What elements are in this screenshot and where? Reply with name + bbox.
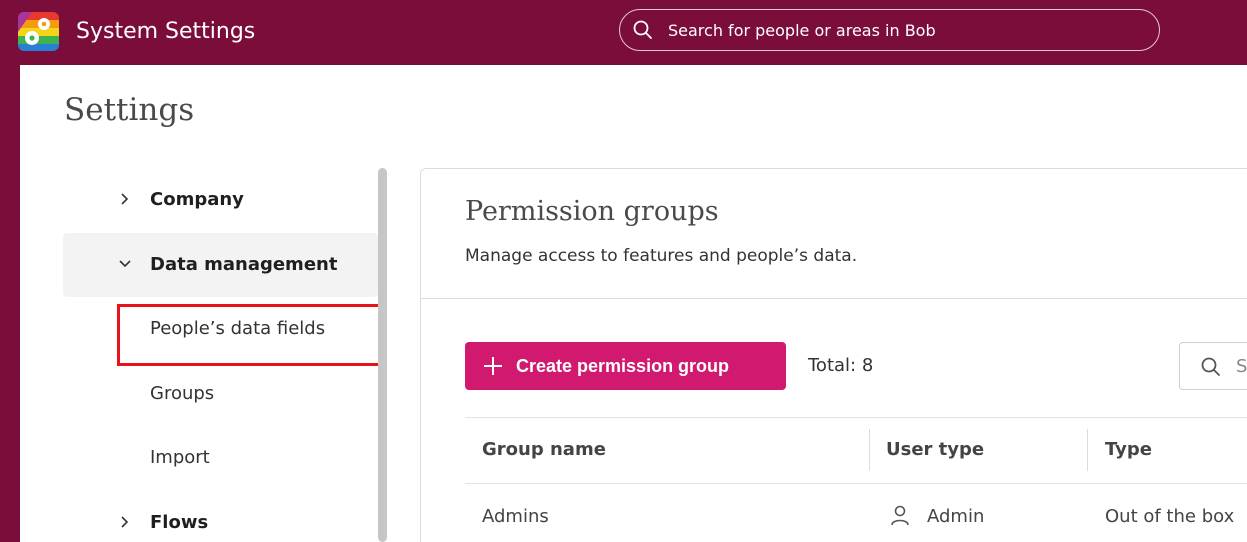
column-header-group-name[interactable]: Group name <box>482 439 606 461</box>
chevron-right-icon <box>121 193 129 205</box>
total-count: Total: 8 <box>808 355 874 376</box>
table-border <box>465 417 1247 418</box>
cell-type: Out of the box <box>1105 506 1235 527</box>
app-logo-icon[interactable] <box>18 12 59 51</box>
permission-groups-card: Permission groups Manage access to featu… <box>420 168 1247 542</box>
user-icon <box>891 505 909 526</box>
divider <box>421 298 1247 299</box>
settings-panel: Settings Company Data management People’… <box>20 65 1247 542</box>
table-search-placeholder: S <box>1236 356 1247 377</box>
cell-user-type: Admin <box>927 506 985 527</box>
search-placeholder: Search for people or areas in Bob <box>668 21 936 40</box>
table-border <box>465 483 1247 484</box>
column-header-user-type[interactable]: User type <box>886 439 984 461</box>
sidebar-item-label: Company <box>150 189 244 210</box>
top-bar: System Settings Search for people or are… <box>0 0 1247 65</box>
column-header-type[interactable]: Type <box>1105 439 1152 461</box>
sidebar-item-label: Data management <box>150 254 338 275</box>
card-title: Permission groups <box>465 196 719 227</box>
search-icon <box>1201 357 1220 376</box>
search-icon <box>633 20 652 39</box>
sidebar-subitem-groups[interactable]: Groups <box>150 382 214 406</box>
column-separator[interactable] <box>1087 429 1088 471</box>
table-search-input[interactable]: S <box>1179 342 1247 390</box>
sidebar-item-label: Flows <box>150 512 209 533</box>
sidebar-scrollbar[interactable] <box>378 168 387 542</box>
sidebar-item-data-management[interactable]: Data management <box>63 233 378 297</box>
plus-icon <box>484 357 502 375</box>
create-permission-group-button[interactable]: Create permission group <box>465 342 786 390</box>
global-search-input[interactable]: Search for people or areas in Bob <box>619 9 1160 51</box>
cell-group-name: Admins <box>482 506 549 527</box>
card-subtitle: Manage access to features and people’s d… <box>465 246 858 266</box>
column-separator[interactable] <box>869 429 870 471</box>
create-button-label: Create permission group <box>516 356 730 376</box>
app-title: System Settings <box>76 19 256 44</box>
sidebar-item-company[interactable]: Company <box>63 168 378 232</box>
page-title: Settings <box>64 92 195 128</box>
highlight-box <box>117 304 385 366</box>
sidebar-subitem-import[interactable]: Import <box>150 446 210 470</box>
sidebar-item-flows[interactable]: Flows <box>63 491 378 542</box>
chevron-right-icon <box>121 516 129 528</box>
chevron-down-icon <box>119 260 131 268</box>
